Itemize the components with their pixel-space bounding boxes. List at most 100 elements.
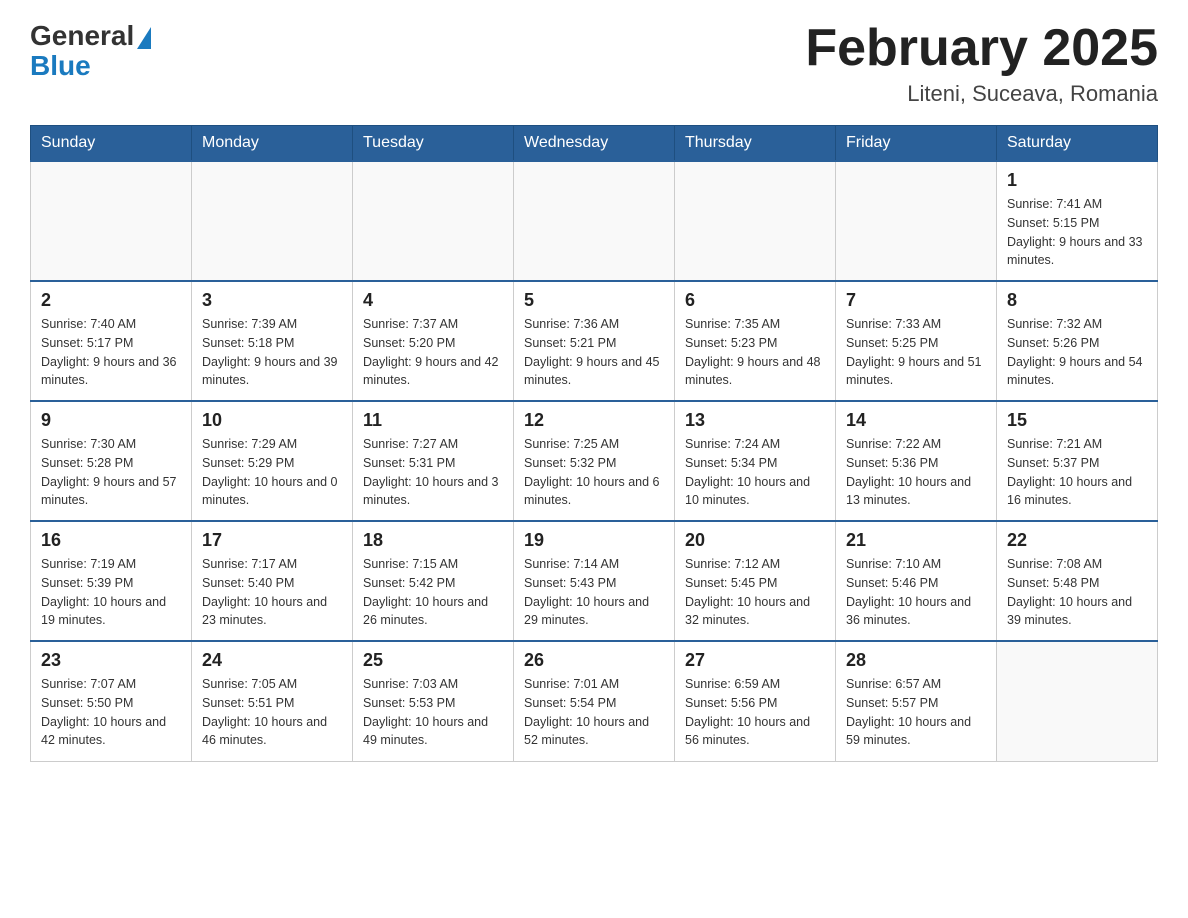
day-number: 11 xyxy=(363,410,503,431)
calendar-cell: 11 Sunrise: 7:27 AMSunset: 5:31 PMDayligh… xyxy=(353,401,514,521)
calendar-cell: 21 Sunrise: 7:10 AMSunset: 5:46 PMDayligh… xyxy=(836,521,997,641)
calendar-cell: 3 Sunrise: 7:39 AMSunset: 5:18 PMDaylight… xyxy=(192,281,353,401)
calendar-cell xyxy=(675,161,836,281)
day-number: 3 xyxy=(202,290,342,311)
calendar-cell: 9 Sunrise: 7:30 AMSunset: 5:28 PMDaylight… xyxy=(31,401,192,521)
day-info: Sunrise: 7:21 AMSunset: 5:37 PMDaylight:… xyxy=(1007,435,1147,510)
calendar-cell: 12Sunrise: 7:25 AMSunset: 5:32 PMDayligh… xyxy=(514,401,675,521)
day-info: Sunrise: 6:59 AMSunset: 5:56 PMDaylight:… xyxy=(685,675,825,750)
day-info: Sunrise: 7:15 AMSunset: 5:42 PMDaylight:… xyxy=(363,555,503,630)
day-of-week-header: Wednesday xyxy=(514,126,675,162)
day-number: 23 xyxy=(41,650,181,671)
day-number: 1 xyxy=(1007,170,1147,191)
day-number: 8 xyxy=(1007,290,1147,311)
calendar-cell: 4Sunrise: 7:37 AMSunset: 5:20 PMDaylight… xyxy=(353,281,514,401)
day-info: Sunrise: 7:10 AMSunset: 5:46 PMDaylight:… xyxy=(846,555,986,630)
week-row: 1 Sunrise: 7:41 AMSunset: 5:15 PMDaylight… xyxy=(31,161,1158,281)
calendar-cell xyxy=(997,641,1158,761)
day-info: Sunrise: 7:32 AMSunset: 5:26 PMDaylight:… xyxy=(1007,315,1147,390)
calendar-cell: 14Sunrise: 7:22 AMSunset: 5:36 PMDayligh… xyxy=(836,401,997,521)
calendar-cell xyxy=(514,161,675,281)
calendar-cell: 6 Sunrise: 7:35 AMSunset: 5:23 PMDaylight… xyxy=(675,281,836,401)
calendar-cell: 20 Sunrise: 7:12 AMSunset: 5:45 PMDayligh… xyxy=(675,521,836,641)
logo-triangle-icon xyxy=(137,27,151,49)
week-row: 16Sunrise: 7:19 AMSunset: 5:39 PMDayligh… xyxy=(31,521,1158,641)
calendar-cell: 26 Sunrise: 7:01 AMSunset: 5:54 PMDayligh… xyxy=(514,641,675,761)
calendar-cell: 16Sunrise: 7:19 AMSunset: 5:39 PMDayligh… xyxy=(31,521,192,641)
calendar-cell: 13 Sunrise: 7:24 AMSunset: 5:34 PMDayligh… xyxy=(675,401,836,521)
day-info: Sunrise: 7:14 AMSunset: 5:43 PMDaylight:… xyxy=(524,555,664,630)
week-row: 2Sunrise: 7:40 AMSunset: 5:17 PMDaylight… xyxy=(31,281,1158,401)
calendar-cell: 15 Sunrise: 7:21 AMSunset: 5:37 PMDayligh… xyxy=(997,401,1158,521)
day-number: 5 xyxy=(524,290,664,311)
title-section: February 2025 Liteni, Suceava, Romania xyxy=(805,20,1158,107)
calendar-cell: 8 Sunrise: 7:32 AMSunset: 5:26 PMDaylight… xyxy=(997,281,1158,401)
day-number: 18 xyxy=(363,530,503,551)
day-info: Sunrise: 7:35 AMSunset: 5:23 PMDaylight:… xyxy=(685,315,825,390)
day-of-week-header: Sunday xyxy=(31,126,192,162)
calendar-cell: 27Sunrise: 6:59 AMSunset: 5:56 PMDayligh… xyxy=(675,641,836,761)
calendar-cell: 22 Sunrise: 7:08 AMSunset: 5:48 PMDayligh… xyxy=(997,521,1158,641)
calendar-cell: 19 Sunrise: 7:14 AMSunset: 5:43 PMDayligh… xyxy=(514,521,675,641)
logo-general-text: General xyxy=(30,20,134,52)
day-info: Sunrise: 7:08 AMSunset: 5:48 PMDaylight:… xyxy=(1007,555,1147,630)
day-of-week-header: Friday xyxy=(836,126,997,162)
day-info: Sunrise: 7:33 AMSunset: 5:25 PMDaylight:… xyxy=(846,315,986,390)
day-of-week-header: Thursday xyxy=(675,126,836,162)
day-number: 24 xyxy=(202,650,342,671)
logo: General Blue xyxy=(30,20,151,82)
day-info: Sunrise: 7:37 AMSunset: 5:20 PMDaylight:… xyxy=(363,315,503,390)
day-info: Sunrise: 7:12 AMSunset: 5:45 PMDaylight:… xyxy=(685,555,825,630)
day-info: Sunrise: 7:39 AMSunset: 5:18 PMDaylight:… xyxy=(202,315,342,390)
calendar-cell: 24 Sunrise: 7:05 AMSunset: 5:51 PMDayligh… xyxy=(192,641,353,761)
day-info: Sunrise: 7:24 AMSunset: 5:34 PMDaylight:… xyxy=(685,435,825,510)
day-info: Sunrise: 7:22 AMSunset: 5:36 PMDaylight:… xyxy=(846,435,986,510)
day-of-week-header: Saturday xyxy=(997,126,1158,162)
day-info: Sunrise: 7:27 AMSunset: 5:31 PMDaylight:… xyxy=(363,435,503,510)
location-title: Liteni, Suceava, Romania xyxy=(805,81,1158,107)
day-info: Sunrise: 7:07 AMSunset: 5:50 PMDaylight:… xyxy=(41,675,181,750)
week-row: 9 Sunrise: 7:30 AMSunset: 5:28 PMDaylight… xyxy=(31,401,1158,521)
day-info: Sunrise: 7:17 AMSunset: 5:40 PMDaylight:… xyxy=(202,555,342,630)
day-info: Sunrise: 7:29 AMSunset: 5:29 PMDaylight:… xyxy=(202,435,342,510)
calendar-cell: 5 Sunrise: 7:36 AMSunset: 5:21 PMDaylight… xyxy=(514,281,675,401)
calendar-cell: 10Sunrise: 7:29 AMSunset: 5:29 PMDayligh… xyxy=(192,401,353,521)
day-number: 20 xyxy=(685,530,825,551)
day-number: 28 xyxy=(846,650,986,671)
day-number: 15 xyxy=(1007,410,1147,431)
day-info: Sunrise: 7:30 AMSunset: 5:28 PMDaylight:… xyxy=(41,435,181,510)
day-number: 13 xyxy=(685,410,825,431)
day-of-week-header: Tuesday xyxy=(353,126,514,162)
day-number: 17 xyxy=(202,530,342,551)
calendar-cell: 7 Sunrise: 7:33 AMSunset: 5:25 PMDaylight… xyxy=(836,281,997,401)
day-number: 19 xyxy=(524,530,664,551)
day-of-week-header: Monday xyxy=(192,126,353,162)
week-row: 23 Sunrise: 7:07 AMSunset: 5:50 PMDayligh… xyxy=(31,641,1158,761)
day-info: Sunrise: 7:03 AMSunset: 5:53 PMDaylight:… xyxy=(363,675,503,750)
day-info: Sunrise: 7:41 AMSunset: 5:15 PMDaylight:… xyxy=(1007,195,1147,270)
calendar-cell xyxy=(836,161,997,281)
day-number: 7 xyxy=(846,290,986,311)
day-number: 2 xyxy=(41,290,181,311)
day-number: 9 xyxy=(41,410,181,431)
day-number: 22 xyxy=(1007,530,1147,551)
day-info: Sunrise: 7:01 AMSunset: 5:54 PMDaylight:… xyxy=(524,675,664,750)
calendar-cell: 17 Sunrise: 7:17 AMSunset: 5:40 PMDayligh… xyxy=(192,521,353,641)
day-info: Sunrise: 7:05 AMSunset: 5:51 PMDaylight:… xyxy=(202,675,342,750)
logo-blue-text: Blue xyxy=(30,50,91,82)
day-info: Sunrise: 7:36 AMSunset: 5:21 PMDaylight:… xyxy=(524,315,664,390)
calendar-table: SundayMondayTuesdayWednesdayThursdayFrid… xyxy=(30,125,1158,762)
calendar-cell: 1 Sunrise: 7:41 AMSunset: 5:15 PMDaylight… xyxy=(997,161,1158,281)
day-info: Sunrise: 7:25 AMSunset: 5:32 PMDaylight:… xyxy=(524,435,664,510)
page-header: General Blue February 2025 Liteni, Sucea… xyxy=(30,20,1158,107)
day-number: 6 xyxy=(685,290,825,311)
day-number: 16 xyxy=(41,530,181,551)
calendar-cell: 23 Sunrise: 7:07 AMSunset: 5:50 PMDayligh… xyxy=(31,641,192,761)
calendar-cell: 2Sunrise: 7:40 AMSunset: 5:17 PMDaylight… xyxy=(31,281,192,401)
day-number: 25 xyxy=(363,650,503,671)
calendar-cell xyxy=(353,161,514,281)
day-number: 26 xyxy=(524,650,664,671)
day-number: 21 xyxy=(846,530,986,551)
calendar-cell: 18 Sunrise: 7:15 AMSunset: 5:42 PMDayligh… xyxy=(353,521,514,641)
day-info: Sunrise: 6:57 AMSunset: 5:57 PMDaylight:… xyxy=(846,675,986,750)
